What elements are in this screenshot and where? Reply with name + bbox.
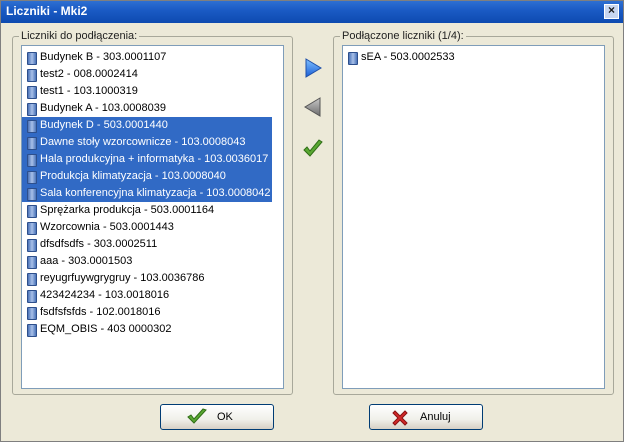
meter-icon	[27, 307, 37, 320]
list-item[interactable]: reyugrfuywgrygruy - 103.0036786	[25, 270, 208, 287]
meter-icon	[348, 52, 358, 65]
checkmark-icon	[187, 408, 207, 424]
list-item[interactable]: aaa - 303.0001503	[25, 253, 136, 270]
list-item[interactable]: Sala konferencyjna klimatyzacja - 103.00…	[22, 185, 272, 202]
list-item[interactable]: Budynek B - 303.0001107	[25, 49, 170, 66]
list-item-label: sEA - 503.0002533	[361, 51, 455, 63]
checkmark-icon	[303, 139, 323, 157]
list-item-label: Budynek A - 103.0008039	[40, 102, 166, 114]
meter-icon	[27, 154, 37, 167]
list-item-label: Hala produkcyjna + informatyka - 103.003…	[40, 153, 269, 165]
dialog-window: Liczniki - Mki2 × Liczniki do podłączeni…	[0, 0, 624, 442]
add-meter-button[interactable]	[302, 57, 324, 79]
meter-icon	[27, 52, 37, 65]
list-item-label: test1 - 103.1000319	[40, 85, 138, 97]
connected-meters-list[interactable]: sEA - 503.0002533	[342, 45, 605, 389]
list-item[interactable]: Hala produkcyjna + informatyka - 103.003…	[22, 151, 272, 168]
list-item-label: Wzorcownia - 503.0001443	[40, 221, 174, 233]
list-item-label: reyugrfuywgrygruy - 103.0036786	[40, 272, 205, 284]
list-item-label: dfsdfsdfs - 303.0002511	[40, 238, 158, 250]
list-item[interactable]: Sprężarka produkcja - 503.0001164	[25, 202, 218, 219]
list-item-label: Budynek D - 503.0001440	[40, 119, 168, 131]
arrow-left-icon	[304, 97, 321, 117]
list-item[interactable]: EQM_OBIS - 403 0000302	[25, 321, 175, 338]
meter-icon	[27, 86, 37, 99]
confirm-selection-button[interactable]	[301, 137, 325, 161]
list-item-label: fsdfsfsfds - 102.0018016	[40, 306, 161, 318]
list-item[interactable]: sEA - 503.0002533	[346, 49, 459, 66]
list-item-label: Dawne stoły wzorcownicze - 103.0008043	[40, 136, 246, 148]
meter-icon	[27, 171, 37, 184]
window-title: Liczniki - Mki2	[6, 4, 88, 18]
meter-icon	[27, 290, 37, 303]
list-item[interactable]: 423424234 - 103.0018016	[25, 287, 173, 304]
list-item-label: Produkcja klimatyzacja - 103.0008040	[40, 170, 226, 182]
meter-icon	[27, 256, 37, 269]
list-item[interactable]: Dawne stoły wzorcownicze - 103.0008043	[22, 134, 272, 151]
list-item[interactable]: Budynek D - 503.0001440	[22, 117, 272, 134]
available-meters-group: Liczniki do podłączenia: Budynek B - 303…	[12, 30, 293, 395]
close-icon	[392, 410, 408, 426]
list-item-label: Sprężarka produkcja - 503.0001164	[40, 204, 215, 216]
list-item-label: Sala konferencyjna klimatyzacja - 103.00…	[40, 187, 271, 199]
list-item-label: Budynek B - 303.0001107	[40, 51, 167, 63]
connected-meters-group: Podłączone liczniki (1/4): sEA - 503.000…	[333, 30, 614, 395]
meter-icon	[27, 273, 37, 286]
close-button[interactable]: ×	[604, 3, 619, 19]
list-item-label: test2 - 008.0002414	[40, 68, 138, 80]
meter-icon	[27, 137, 37, 150]
meter-icon	[27, 103, 37, 116]
list-item[interactable]: Produkcja klimatyzacja - 103.0008040	[22, 168, 272, 185]
list-item-label: 423424234 - 103.0018016	[40, 289, 170, 301]
available-meters-label: Liczniki do podłączenia:	[19, 30, 140, 42]
meter-icon	[27, 69, 37, 82]
list-item-label: aaa - 303.0001503	[40, 255, 133, 267]
ok-label: OK	[217, 411, 233, 423]
list-item[interactable]: dfsdfsdfs - 303.0002511	[25, 236, 161, 253]
meter-icon	[27, 188, 37, 201]
ok-button[interactable]: OK	[160, 404, 274, 430]
list-item[interactable]: fsdfsfsfds - 102.0018016	[25, 304, 164, 321]
remove-meter-button[interactable]	[302, 96, 324, 118]
meter-icon	[27, 324, 37, 337]
available-meters-list[interactable]: Budynek B - 303.0001107 test2 - 008.00024…	[21, 45, 284, 389]
cancel-label: Anuluj	[420, 411, 451, 423]
meter-icon	[27, 120, 37, 133]
list-item[interactable]: Budynek A - 103.0008039	[25, 100, 170, 117]
meter-icon	[27, 222, 37, 235]
list-item[interactable]: test1 - 103.1000319	[25, 83, 142, 100]
list-item-label: EQM_OBIS - 403 0000302	[40, 323, 172, 335]
connected-meters-label: Podłączone liczniki (1/4):	[340, 30, 466, 42]
cancel-button[interactable]: Anuluj	[369, 404, 483, 430]
arrow-right-icon	[305, 58, 322, 78]
meter-icon	[27, 205, 37, 218]
meter-icon	[27, 239, 37, 252]
title-bar[interactable]: Liczniki - Mki2 ×	[1, 1, 623, 23]
close-icon: ×	[607, 3, 615, 17]
list-item[interactable]: test2 - 008.0002414	[25, 66, 142, 83]
list-item[interactable]: Wzorcownia - 503.0001443	[25, 219, 178, 236]
